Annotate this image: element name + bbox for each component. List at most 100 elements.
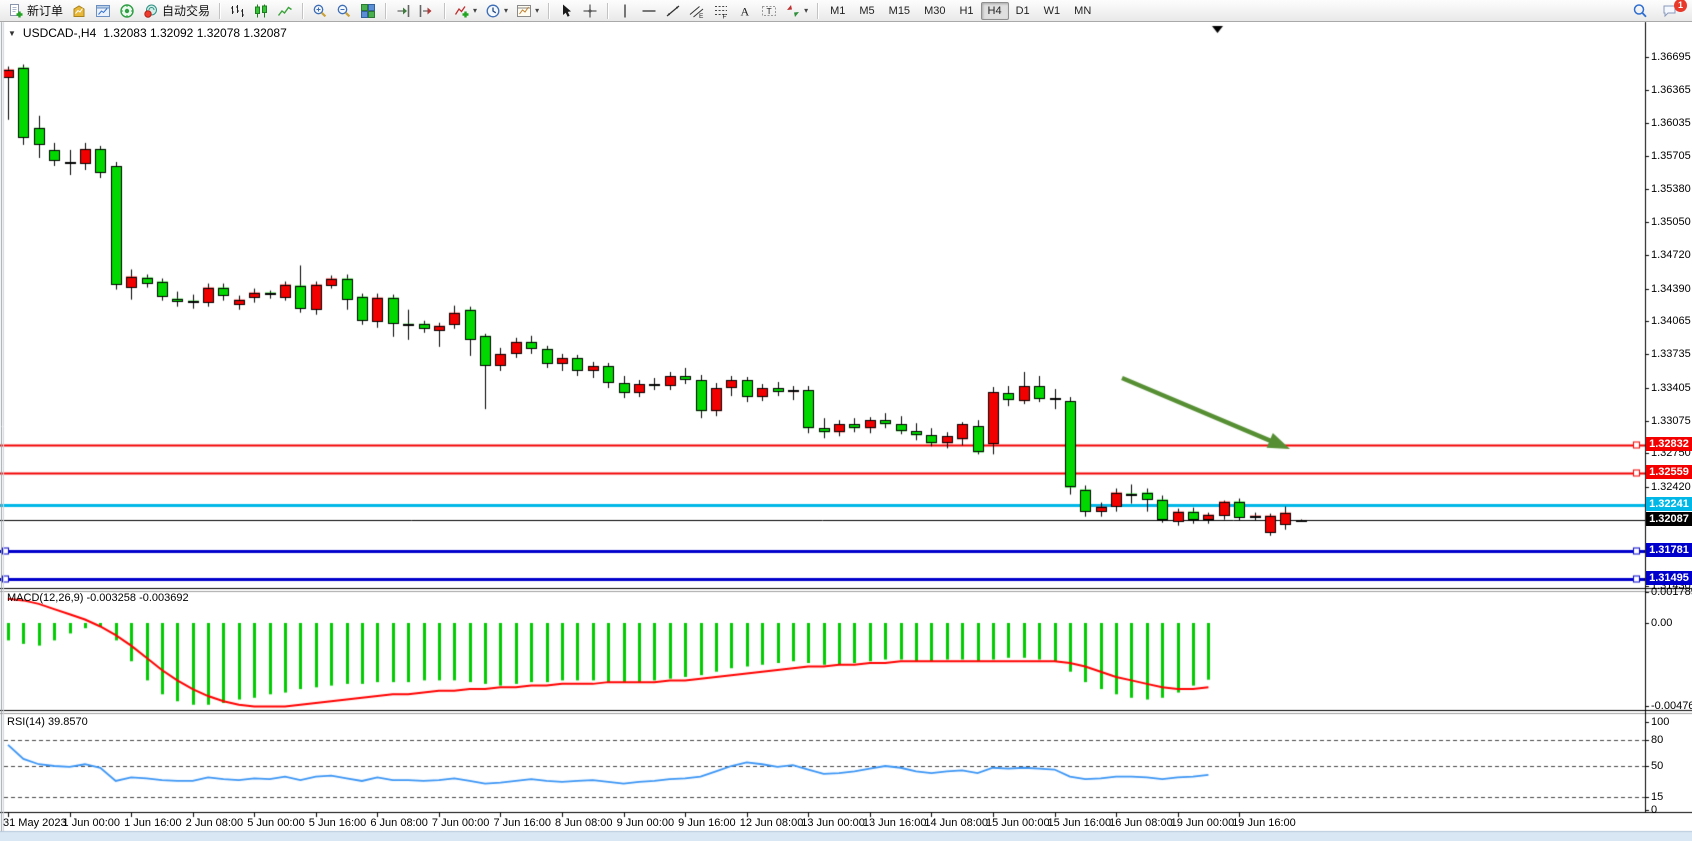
y-axis-tick-label: 1.32420 [1651, 481, 1691, 493]
horizontal-line-tool-icon [641, 3, 657, 19]
toolbar-separator [817, 3, 818, 19]
zoom-in-button[interactable] [308, 2, 332, 20]
rsi-indicator-label: RSI(14) 39.8570 [7, 716, 88, 728]
auto-scroll-icon [395, 3, 411, 19]
bar-chart-mode-icon [229, 3, 245, 19]
date-label: 15 Jun 16:00 [1048, 817, 1112, 829]
timeframe-w1-button[interactable]: W1 [1037, 2, 1068, 20]
trendline-tool-icon [665, 3, 681, 19]
date-label: 19 Jun 00:00 [1171, 817, 1235, 829]
zoom-out-button[interactable] [332, 2, 356, 20]
arrows-tool-dropdown-icon[interactable]: ▾ [804, 7, 808, 15]
date-label: 19 Jun 16:00 [1232, 817, 1296, 829]
toolbar-separator [548, 3, 549, 19]
date-label: 7 Jun 16:00 [493, 817, 551, 829]
svg-text:A: A [741, 4, 750, 18]
y-axis-tick-label: 1.34390 [1651, 283, 1691, 295]
candlestick-mode-button[interactable] [249, 2, 273, 20]
auto-trading-button[interactable]: 自动交易 [139, 2, 214, 20]
rsi-axis-label: 15 [1651, 791, 1663, 803]
timeframe-m5-button[interactable]: M5 [852, 2, 881, 20]
toolbar-buttons: 新订单 自动交易 ▾ ▾ ▾ E F AT ▾ M1M5M15M30H1H4D1W1MN [4, 0, 1628, 22]
periods-dropdown-icon[interactable]: ▾ [504, 7, 508, 15]
y-axis-tick-label: 1.35705 [1651, 150, 1691, 162]
date-label: 1 Jun 00:00 [63, 817, 121, 829]
crosshair-tool-button[interactable] [578, 2, 602, 20]
cursor-tool-button[interactable] [554, 2, 578, 20]
navigator-icon [119, 3, 135, 19]
date-label: 9 Jun 00:00 [617, 817, 675, 829]
timeframe-m1-button[interactable]: M1 [823, 2, 852, 20]
line-chart-mode-button[interactable] [273, 2, 297, 20]
date-label: 14 Jun 08:00 [924, 817, 988, 829]
vertical-line-tool-button[interactable] [613, 2, 637, 20]
tile-windows-icon [360, 3, 376, 19]
timeframe-h1-button[interactable]: H1 [952, 2, 980, 20]
rsi-axis-label: 80 [1651, 734, 1663, 746]
y-axis-tick-label: 1.36695 [1651, 51, 1691, 63]
chart-shift-button[interactable] [415, 2, 439, 20]
auto-trading-label: 自动交易 [162, 2, 210, 19]
auto-scroll-button[interactable] [391, 2, 415, 20]
chart-canvas[interactable] [0, 0, 1692, 841]
date-label: 8 Jun 08:00 [555, 817, 613, 829]
price-tag: 1.31781 [1646, 543, 1692, 557]
price-tag: 1.32241 [1646, 497, 1692, 511]
navigator-button[interactable] [115, 2, 139, 20]
chart-shift-icon [419, 3, 435, 19]
crosshair-tool-icon [582, 3, 598, 19]
date-label: 15 Jun 00:00 [986, 817, 1050, 829]
mt4-window: 新订单自动交易▾▾▾EFAT▾M1M5M15M30H1H4D1W1MN 1 ▼ … [0, 0, 1692, 841]
templates-dropdown-icon[interactable]: ▾ [535, 7, 539, 15]
timeframe-m15-button[interactable]: M15 [882, 2, 917, 20]
toolbar-right: 1 [1628, 2, 1688, 20]
date-label: 5 Jun 16:00 [309, 817, 367, 829]
one-click-trading-collapse-icon[interactable]: ▼ [8, 29, 16, 38]
notification-badge: 1 [1674, 0, 1687, 12]
cursor-tool-icon [558, 3, 574, 19]
chart-symbol-period: USDCAD-,H4 [23, 26, 96, 40]
svg-text:F: F [723, 13, 727, 19]
rsi-axis-label: 100 [1651, 716, 1669, 728]
y-axis-tick-label: 1.35050 [1651, 216, 1691, 228]
tick-chart-button[interactable] [67, 2, 91, 20]
tile-windows-button[interactable] [356, 2, 380, 20]
notifications-button[interactable]: 1 [1658, 2, 1682, 20]
rsi-axis-label: 50 [1651, 760, 1663, 772]
new-order-label: 新订单 [27, 2, 63, 19]
toolbar: 新订单 自动交易 ▾ ▾ ▾ E F AT ▾ M1M5M15M30H1H4D1W1MN 1 [0, 0, 1692, 22]
text-label-tool-button[interactable]: T [757, 2, 781, 20]
equidistant-channel-tool-button[interactable]: E [685, 2, 709, 20]
indicators-list-dropdown-icon[interactable]: ▾ [473, 7, 477, 15]
date-label: 6 Jun 08:00 [370, 817, 428, 829]
line-chart-mode-icon [277, 3, 293, 19]
date-label: 13 Jun 16:00 [863, 817, 927, 829]
timeframe-m30-button[interactable]: M30 [917, 2, 952, 20]
new-order-icon [8, 3, 24, 19]
price-tag: 1.32087 [1646, 512, 1692, 526]
templates-button[interactable]: ▾ [512, 2, 543, 20]
price-tag: 1.32559 [1646, 465, 1692, 479]
macd-axis-label: -0.004763 [1651, 700, 1692, 712]
indicators-list-icon [454, 3, 470, 19]
text-tool-button[interactable]: A [733, 2, 757, 20]
periods-button[interactable]: ▾ [481, 2, 512, 20]
market-watch-button[interactable] [91, 2, 115, 20]
horizontal-line-tool-button[interactable] [637, 2, 661, 20]
vertical-line-tool-icon [617, 3, 633, 19]
chart-ohlc: 1.32083 1.32092 1.32078 1.32087 [103, 26, 287, 40]
fibonacci-tool-button[interactable]: F [709, 2, 733, 20]
y-axis-tick-label: 1.33405 [1651, 382, 1691, 394]
zoom-out-icon [336, 3, 352, 19]
y-axis-tick-label: 1.34065 [1651, 315, 1691, 327]
search-button[interactable] [1628, 2, 1652, 20]
trendline-tool-button[interactable] [661, 2, 685, 20]
timeframe-d1-button[interactable]: D1 [1009, 2, 1037, 20]
timeframe-h4-button[interactable]: H4 [981, 2, 1009, 20]
price-tag: 1.31495 [1646, 571, 1692, 585]
new-order-button[interactable]: 新订单 [4, 2, 67, 20]
arrows-tool-button[interactable]: ▾ [781, 2, 812, 20]
timeframe-mn-button[interactable]: MN [1067, 2, 1098, 20]
bar-chart-mode-button[interactable] [225, 2, 249, 20]
indicators-list-button[interactable]: ▾ [450, 2, 481, 20]
